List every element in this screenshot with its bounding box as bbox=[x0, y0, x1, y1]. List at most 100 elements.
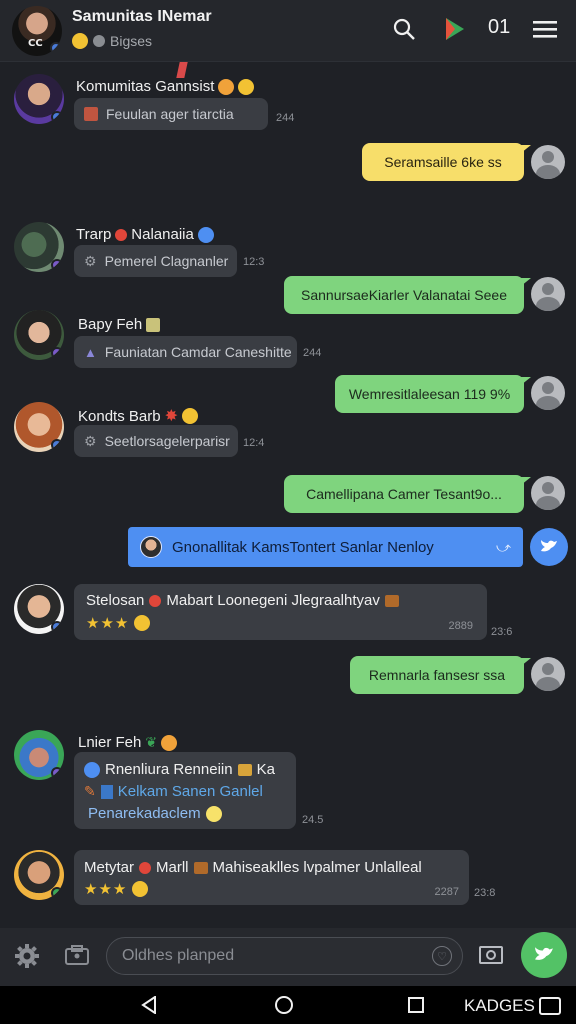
card-title: Metytar Marll Mahiseaklles lvpalmer Unla… bbox=[84, 859, 422, 876]
heart-icon[interactable]: ♡ bbox=[432, 946, 452, 966]
message-text: Pemerel Clagnanler bbox=[104, 253, 229, 269]
card-line-text: Rnenliura Renneiin bbox=[105, 761, 233, 778]
box-icon bbox=[193, 861, 208, 874]
message-bubble[interactable]: ⚙ Pemerel Clagnanler bbox=[74, 245, 237, 277]
user-avatar[interactable] bbox=[14, 222, 64, 272]
recents-icon[interactable] bbox=[408, 997, 424, 1017]
card-time: 2889 bbox=[448, 620, 473, 632]
sender-name[interactable]: Komumitas Gannsist bbox=[76, 78, 255, 95]
card-line-text: Ka bbox=[256, 761, 275, 778]
sender-name-text: Metytar bbox=[84, 859, 135, 876]
star-rating: ★★★ bbox=[86, 615, 130, 632]
star-icon: ✸ bbox=[164, 408, 178, 425]
search-icon[interactable] bbox=[390, 14, 418, 44]
grin-emoji-icon bbox=[181, 408, 198, 424]
card-title-text: Mahiseaklles lvpalmer Unlalleal bbox=[212, 859, 422, 876]
card-line-2: ✎ Kelkam Sanen Ganlel bbox=[84, 783, 263, 800]
message-card[interactable]: Stelosan Mabart Loonegeni Jlegraalhtyav … bbox=[74, 584, 487, 640]
my-avatar[interactable] bbox=[531, 277, 565, 311]
camera-icon[interactable] bbox=[478, 944, 504, 970]
message-composer: Oldhes planped ♡ bbox=[0, 928, 576, 986]
nav-label[interactable]: KADGES bbox=[464, 996, 561, 1016]
send-button[interactable] bbox=[521, 932, 567, 978]
my-avatar[interactable] bbox=[531, 376, 565, 410]
gear-icon: ⚙ bbox=[84, 432, 97, 449]
sender-name[interactable]: Bapy Feh bbox=[78, 316, 161, 333]
triangle-icon: ▲ bbox=[84, 344, 97, 360]
message-time: 244 bbox=[303, 347, 322, 359]
sender-name-text: Lnier Feh bbox=[78, 734, 142, 751]
message-bubble[interactable]: ▲ Fauniatan Camdar Caneshitte bbox=[74, 336, 297, 368]
message-time: 23:6 bbox=[491, 626, 513, 638]
sender-name-text: Trarp bbox=[76, 226, 112, 243]
user-avatar[interactable] bbox=[14, 584, 64, 634]
sender-name[interactable]: Lnier Feh ❦ bbox=[78, 734, 178, 751]
user-avatar[interactable] bbox=[14, 730, 64, 780]
bird-share-button[interactable] bbox=[530, 528, 568, 566]
red-ball-icon bbox=[149, 594, 162, 607]
red-ball-icon bbox=[115, 228, 128, 241]
smile-emoji-icon bbox=[205, 805, 222, 822]
my-avatar[interactable] bbox=[531, 145, 565, 179]
input-placeholder: Oldhes planped bbox=[122, 947, 235, 964]
sender-name[interactable]: Kondts Barb ✸ bbox=[78, 406, 198, 426]
my-avatar[interactable] bbox=[531, 657, 565, 691]
card-rating: ★★★ bbox=[84, 880, 149, 898]
message-text: Feuulan ager tiarctia bbox=[106, 106, 234, 122]
group-avatar[interactable]: CC bbox=[12, 6, 62, 56]
message-card[interactable]: Metytar Marll Mahiseaklles lvpalmer Unla… bbox=[74, 850, 469, 905]
user-avatar[interactable] bbox=[14, 402, 64, 452]
outgoing-message[interactable]: Wemresitlaleesan 119 9% bbox=[335, 375, 531, 413]
sender-name-text: Kondts Barb bbox=[78, 407, 161, 425]
card-title: Stelosan Mabart Loonegeni Jlegraalhtyav bbox=[86, 592, 399, 609]
smile-emoji-icon bbox=[72, 33, 88, 49]
chat-title[interactable]: Samunitas INemar bbox=[72, 8, 212, 26]
play-flag-icon[interactable] bbox=[440, 14, 468, 44]
outgoing-message[interactable]: SannursaeKiarler Valanatai Seee bbox=[284, 276, 531, 314]
my-avatar[interactable] bbox=[531, 476, 565, 510]
user-avatar[interactable] bbox=[14, 850, 64, 900]
chat-subtitle: Bigses bbox=[72, 33, 152, 49]
shared-link-bar[interactable]: Gnonallitak KamsTontert Sanlar Nenloy ⤻ bbox=[128, 527, 523, 567]
sender-name[interactable]: Trarp Nalanaiia bbox=[76, 226, 214, 243]
online-badge bbox=[51, 439, 63, 451]
nav-label-text: KADGES bbox=[464, 996, 535, 1015]
outgoing-message[interactable]: Camellipana Camer Tesant9o... bbox=[284, 475, 531, 513]
smile-emoji-icon bbox=[134, 615, 151, 631]
online-badge bbox=[51, 621, 63, 633]
chat-header: CC Samunitas INemar Bigses 01 bbox=[0, 0, 576, 62]
grin-emoji-icon bbox=[218, 78, 235, 95]
card-title-text: Mabart Loonegeni Jlegraalhtyav bbox=[166, 592, 380, 609]
message-text: Fauniatan Camdar Caneshitte bbox=[104, 344, 292, 360]
sender-name-text: Stelosan bbox=[86, 592, 145, 609]
message-time: 23:8 bbox=[474, 887, 496, 899]
user-avatar[interactable] bbox=[14, 310, 64, 360]
message-time: 12:3 bbox=[243, 256, 265, 268]
card-line-text: Kelkam Sanen Ganlel bbox=[117, 783, 263, 800]
message-card[interactable]: Rnenliura Renneiin Ka ✎ Kelkam Sanen Gan… bbox=[74, 752, 296, 829]
message-input[interactable]: Oldhes planped ♡ bbox=[106, 937, 463, 975]
count-indicator[interactable]: 01 bbox=[488, 16, 510, 39]
message-bubble[interactable]: ⚙ Seetlorsagelerparisr bbox=[74, 425, 238, 457]
scroll-icon bbox=[146, 317, 161, 332]
outgoing-message[interactable]: Remnarla fansesr ssa bbox=[350, 656, 531, 694]
card-link-text[interactable]: Penarekadaclem bbox=[88, 805, 201, 822]
ribbon-icon bbox=[176, 62, 188, 78]
red-ball-icon bbox=[139, 861, 152, 874]
home-icon[interactable] bbox=[274, 995, 294, 1019]
gear-icon: ⚙ bbox=[84, 252, 97, 269]
badge-box-icon bbox=[538, 997, 561, 1015]
online-badge bbox=[51, 767, 63, 779]
star-rating: ★★★ bbox=[84, 881, 128, 898]
shared-link-text: Gnonallitak KamsTontert Sanlar Nenloy bbox=[172, 538, 434, 556]
online-badge bbox=[51, 347, 63, 359]
subtitle-text: Bigses bbox=[110, 33, 153, 49]
message-bubble[interactable]: Feuulan ager tiarctia bbox=[74, 98, 268, 130]
menu-icon[interactable] bbox=[532, 14, 558, 44]
back-icon[interactable] bbox=[140, 995, 158, 1018]
bird-icon bbox=[541, 540, 557, 552]
settings-gear-icon[interactable] bbox=[14, 943, 40, 973]
user-avatar[interactable] bbox=[14, 74, 64, 124]
outgoing-message[interactable]: Seramsaille 6ke ss bbox=[362, 143, 531, 181]
attachment-folder-icon[interactable] bbox=[64, 944, 90, 970]
